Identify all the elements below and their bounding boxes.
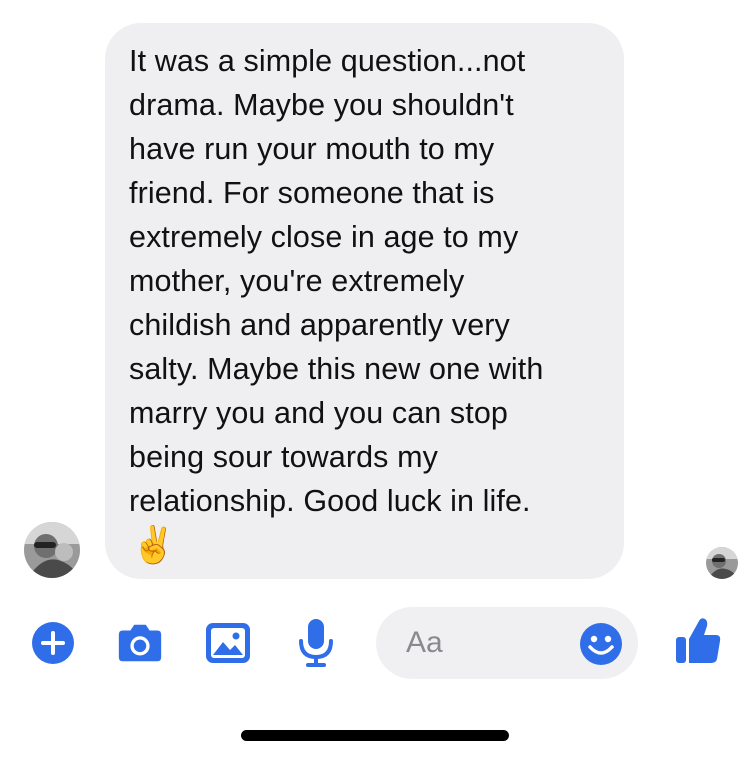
read-receipt-image bbox=[706, 547, 738, 579]
message-input[interactable] bbox=[406, 607, 566, 679]
plus-icon bbox=[32, 622, 74, 664]
victory-hand-emoji: ✌️ bbox=[131, 524, 176, 565]
home-indicator[interactable] bbox=[241, 730, 509, 741]
microphone-icon bbox=[299, 619, 333, 667]
photo-button[interactable] bbox=[203, 618, 253, 668]
read-receipt-avatar bbox=[706, 547, 738, 579]
message-text: It was a simple question...not drama. Ma… bbox=[129, 44, 544, 518]
sender-avatar[interactable] bbox=[24, 522, 80, 578]
camera-button[interactable] bbox=[115, 618, 165, 668]
like-button[interactable] bbox=[672, 614, 724, 668]
camera-icon bbox=[118, 624, 162, 662]
emoji-button[interactable] bbox=[578, 621, 624, 667]
emoji-icon bbox=[580, 623, 622, 665]
photo-icon bbox=[206, 623, 250, 663]
microphone-button[interactable] bbox=[291, 618, 341, 668]
message-composer[interactable] bbox=[376, 607, 638, 679]
add-button[interactable] bbox=[28, 618, 78, 668]
received-message-bubble[interactable]: It was a simple question...not drama. Ma… bbox=[105, 23, 624, 579]
thumbs-up-icon bbox=[676, 618, 721, 663]
avatar-image bbox=[24, 522, 80, 578]
